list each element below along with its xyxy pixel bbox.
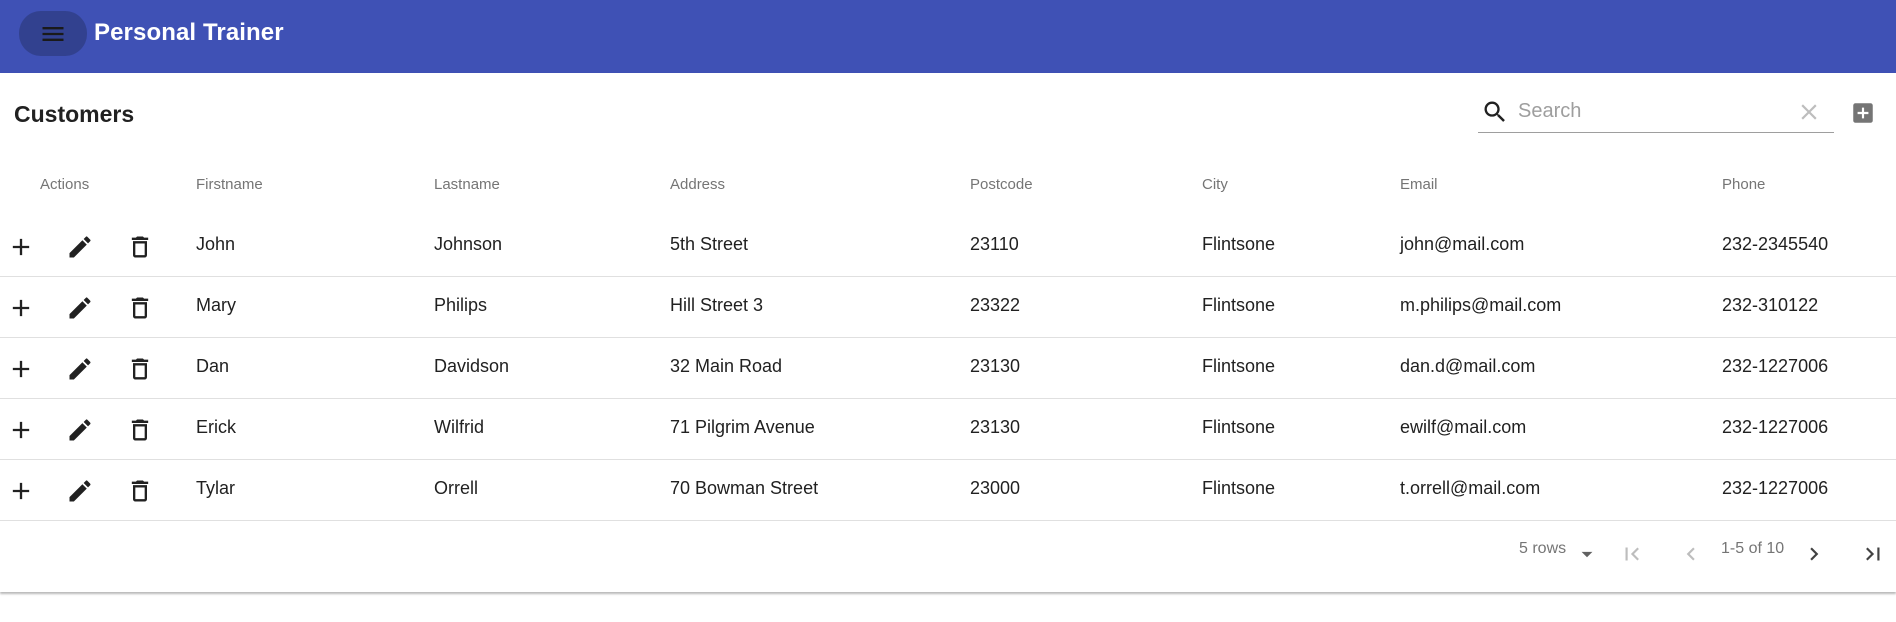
cell-firstname: Dan [196,356,230,376]
cell-email: t.orrell@mail.com [1400,478,1541,498]
cell-postcode: 23130 [970,417,1021,437]
cell-lastname: Davidson [434,356,510,376]
menu-icon [42,26,64,41]
page-title: Customers [14,101,135,127]
pencil-icon[interactable] [66,355,94,383]
cell-email: dan.d@mail.com [1400,356,1536,376]
plus-icon[interactable] [7,233,35,261]
cell-firstname: John [196,234,236,254]
plus-icon[interactable] [7,294,35,322]
search-icon [1484,101,1505,122]
cell-city: Flintsone [1202,356,1276,376]
table-row: Erick Wilfrid 71 Pilgrim Avenue 23130 Fl… [0,399,1896,460]
cell-firstname: Erick [196,417,236,437]
cell-email: m.philips@mail.com [1400,295,1562,315]
cell-email: ewilf@mail.com [1400,417,1527,437]
pencil-icon[interactable] [66,477,94,505]
cell-firstname: Tylar [196,478,236,498]
table-row: John Johnson 5th Street 23110 Flintsone … [0,216,1896,277]
first-page-icon[interactable] [1619,541,1645,567]
close-icon[interactable] [1796,99,1822,125]
column-header-lastname[interactable]: Lastname [434,176,500,193]
app-bar: Personal Trainer [0,0,1896,73]
cell-postcode: 23110 [970,234,1019,254]
cell-city: Flintsone [1202,295,1276,315]
cell-city: Flintsone [1202,234,1276,254]
cell-lastname: Philips [434,295,488,315]
column-header-address[interactable]: Address [670,176,725,193]
table-row: Mary Philips Hill Street 3 23322 Flintso… [0,277,1896,338]
cell-address: Hill Street 3 [670,295,764,315]
add-box-icon[interactable] [1850,100,1876,126]
cell-address: 71 Pilgrim Avenue [670,417,815,437]
trash-icon[interactable] [126,477,154,505]
pencil-icon[interactable] [66,233,94,261]
plus-icon[interactable] [7,355,35,383]
cell-city: Flintsone [1202,417,1276,437]
column-header-postcode[interactable]: Postcode [970,176,1033,193]
pencil-icon[interactable] [66,294,94,322]
column-header-phone[interactable]: Phone [1722,176,1765,193]
cell-email: john@mail.com [1400,234,1525,254]
pencil-icon[interactable] [66,416,94,444]
cell-lastname: Johnson [434,234,503,254]
cell-lastname: Wilfrid [434,417,484,437]
trash-icon[interactable] [126,294,154,322]
cell-phone: 232-1227006 [1722,478,1829,498]
last-page-icon[interactable] [1860,541,1886,567]
column-header-firstname[interactable]: Firstname [196,176,263,193]
plus-icon[interactable] [7,477,35,505]
cell-postcode: 23130 [970,356,1021,376]
app-title: Personal Trainer [94,19,284,46]
cell-phone: 232-1227006 [1722,417,1829,437]
column-header-email[interactable]: Email [1400,176,1438,193]
cell-city: Flintsone [1202,478,1276,498]
menu-button[interactable] [19,11,87,56]
cell-lastname: Orrell [434,478,478,498]
cell-postcode: 23322 [970,295,1021,315]
cell-phone: 232-1227006 [1722,356,1829,376]
cell-firstname: Mary [196,295,236,315]
plus-icon[interactable] [7,416,35,444]
trash-icon[interactable] [126,416,154,444]
cell-address: 70 Bowman Street [670,478,819,498]
chevron-right-icon[interactable] [1801,541,1827,567]
cell-address: 32 Main Road [670,356,783,376]
column-header-city[interactable]: City [1202,176,1228,193]
search-box [1478,92,1834,133]
column-header-actions: Actions [40,176,90,193]
cell-phone: 232-2345540 [1722,234,1829,254]
rows-per-page-select[interactable]: 5 rows [1519,540,1566,558]
page-range: 1-5 of 10 [1721,540,1785,557]
cell-address: 5th Street [670,234,749,254]
search-input[interactable] [1518,96,1788,126]
table-row: Dan Davidson 32 Main Road 23130 Flintson… [0,338,1896,399]
caret-down-icon[interactable] [1574,541,1600,567]
cell-postcode: 23000 [970,478,1021,498]
cell-phone: 232-310122 [1722,295,1819,315]
table-row: Tylar Orrell 70 Bowman Street 23000 Flin… [0,460,1896,521]
chevron-left-icon[interactable] [1678,541,1704,567]
trash-icon[interactable] [126,355,154,383]
trash-icon[interactable] [126,233,154,261]
